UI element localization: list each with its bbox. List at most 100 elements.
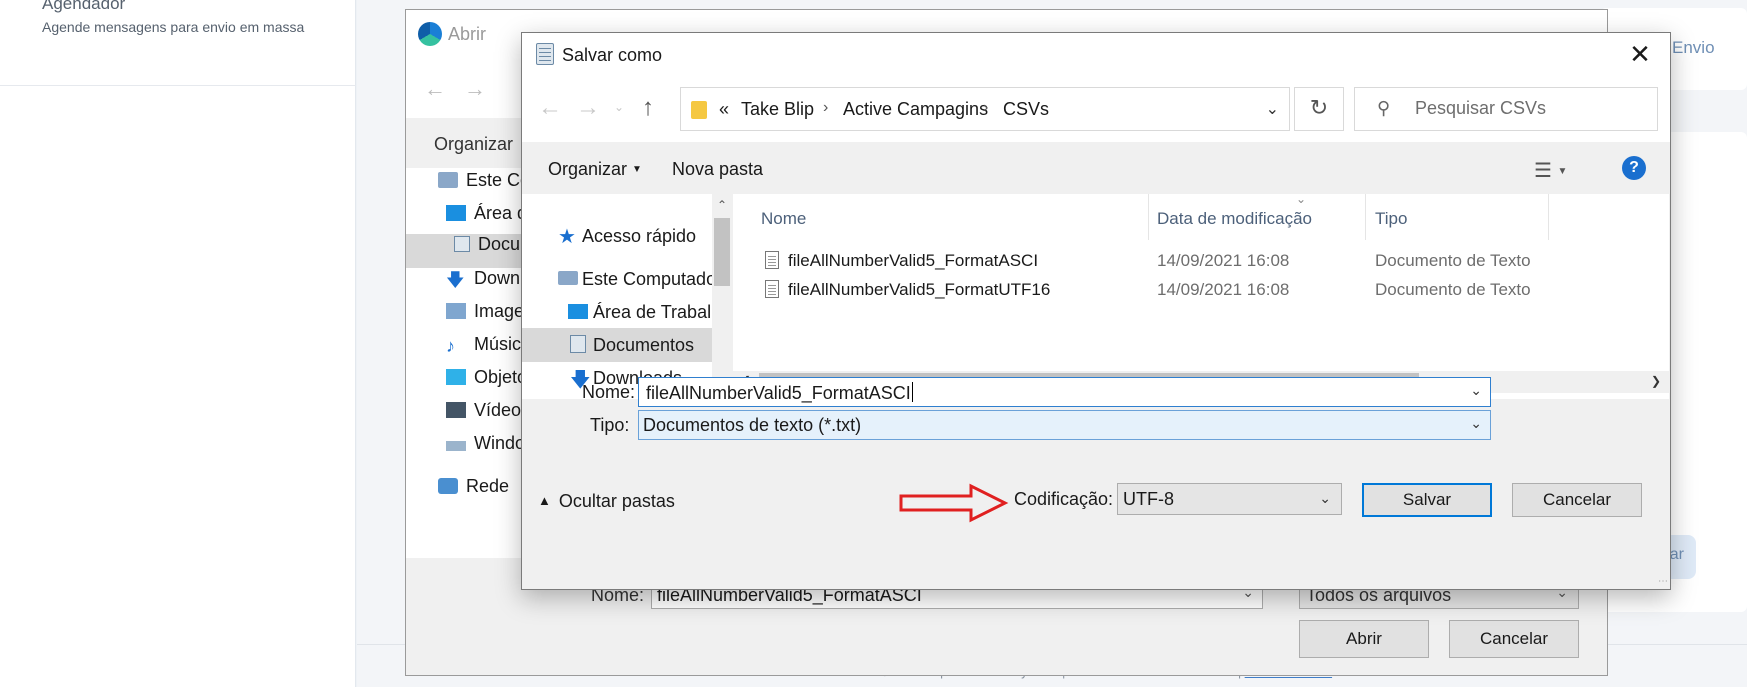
scroll-up-icon[interactable]: ⌃ (712, 198, 732, 212)
filename-label: Nome: (582, 382, 636, 402)
caret-down-icon: ▼ (632, 164, 642, 175)
hide-folders-label: Ocultar pastas (558, 491, 675, 511)
red-arrow-annotation (899, 483, 1009, 523)
filetype-value: Documentos de texto (*.txt) (643, 415, 862, 435)
text-file-icon (765, 280, 779, 298)
refresh-icon[interactable]: ↻ (1294, 87, 1344, 131)
organize-label: Organizar (548, 159, 628, 179)
edge-browser-icon (418, 22, 442, 46)
column-divider[interactable] (1148, 194, 1149, 240)
folder-icon (691, 101, 707, 119)
column-divider[interactable] (1365, 194, 1366, 240)
sidebar-divider (0, 85, 356, 86)
save-button[interactable]: Salvar (1362, 483, 1492, 517)
column-divider[interactable] (1548, 194, 1549, 240)
column-type[interactable]: Tipo (1375, 209, 1407, 229)
save-dialog-navbar: ← → ⌄ ↑ « Take Blip › Active Campagins ›… (522, 78, 1670, 142)
filename-value: fileAllNumberValid5_FormatASCI (646, 383, 911, 403)
encoding-select[interactable]: UTF-8 ⌄ (1117, 483, 1342, 515)
filetype-label: Tipo: (590, 415, 630, 435)
forward-arrow-icon[interactable]: → (574, 94, 602, 122)
file-row[interactable]: fileAllNumberValid5_FormatUTF16 14/09/20… (733, 276, 1669, 304)
tree-item-desktop[interactable]: Área de Trabalho (522, 295, 712, 329)
resize-grip-icon[interactable]: ⋯ (1658, 576, 1668, 587)
download-icon: 🡇 (446, 270, 465, 290)
pictures-icon (446, 303, 466, 319)
save-as-dialog: Salvar como ✕ ← → ⌄ ↑ « Take Blip › Acti… (521, 32, 1671, 590)
music-icon: ♪ (446, 336, 455, 356)
sort-indicator-icon: ⌄ (1296, 192, 1307, 206)
back-arrow-icon[interactable]: ← (536, 94, 564, 122)
chevron-down-icon[interactable]: ⌄ (1319, 490, 1331, 507)
chevron-down-icon[interactable]: ⌄ (1470, 415, 1482, 432)
sidebar-title[interactable]: Agendador (42, 0, 125, 14)
filename-input[interactable]: fileAllNumberValid5_FormatASCI ⌄ (638, 377, 1491, 407)
caret-up-icon: ▲ (538, 493, 551, 508)
encoding-label: Codificação: (1014, 489, 1114, 509)
encoding-value: UTF-8 (1123, 489, 1174, 509)
download-icon: 🡇 (570, 369, 591, 391)
file-row[interactable]: fileAllNumberValid5_FormatASCI 14/09/202… (733, 247, 1669, 275)
forward-arrow-icon[interactable]: → (464, 76, 486, 102)
tree-item-label: Rede (466, 476, 510, 496)
envio-link[interactable]: Envio (1672, 38, 1715, 58)
sidebar-subtitle: Agende mensagens para envio em massa (42, 19, 305, 35)
film-icon (446, 402, 466, 418)
recent-locations-chevron-icon[interactable]: ⌄ (614, 100, 624, 114)
breadcrumb-overflow[interactable]: « (719, 99, 729, 120)
column-name[interactable]: Nome (761, 209, 806, 229)
file-type: Documento de Texto (1375, 280, 1531, 299)
notepad-icon (536, 43, 554, 65)
star-icon: ★ (558, 226, 576, 248)
save-dialog-titlebar: Salvar como ✕ (522, 33, 1670, 78)
breadcrumb-csvs[interactable]: CSVs (1003, 99, 1049, 120)
computer-icon (438, 172, 458, 188)
new-folder-button[interactable]: Nova pasta (672, 159, 763, 180)
breadcrumb-take-blip[interactable]: Take Blip (741, 99, 814, 120)
open-cancel-button[interactable]: Cancelar (1449, 620, 1579, 658)
cube-icon (446, 369, 466, 385)
chevron-down-icon[interactable]: ⌄ (1470, 382, 1482, 399)
tree-item-label: Este Computador (582, 269, 712, 289)
open-button[interactable]: Abrir (1299, 620, 1429, 658)
view-options-icon[interactable]: ☰ ▼ (1534, 158, 1567, 183)
help-icon[interactable]: ? (1622, 156, 1646, 180)
tree-item-this-pc[interactable]: Este Computador (522, 262, 712, 296)
open-dialog-title: Abrir (448, 24, 487, 44)
desktop-icon (568, 304, 588, 319)
tree-item-quick-access[interactable]: ★ Acesso rápido (522, 219, 712, 253)
documents-icon (454, 236, 470, 252)
cancel-button[interactable]: Cancelar (1512, 483, 1642, 517)
close-icon[interactable]: ✕ (1622, 39, 1658, 71)
text-cursor (911, 382, 913, 402)
desktop-icon (446, 205, 466, 221)
search-input[interactable] (1415, 98, 1645, 119)
navigation-pane: ★ Acesso rápido Este Computador Área de … (522, 194, 732, 399)
tree-item-label: Acesso rápido (582, 226, 697, 246)
scroll-right-icon[interactable]: ❯ (1651, 374, 1661, 388)
file-date: 14/09/2021 16:08 (1157, 280, 1290, 299)
address-bar[interactable]: « Take Blip › Active Campagins › CSVs ⌄ (680, 87, 1290, 131)
documents-icon (570, 335, 586, 353)
hide-folders-button[interactable]: ▲ Ocultar pastas (538, 491, 675, 512)
tree-item-label: Área de Trabalho (593, 302, 712, 322)
filetype-select[interactable]: Documentos de texto (*.txt) ⌄ (638, 410, 1491, 440)
drive-icon (446, 441, 466, 451)
app-sidebar: Agendador Agende mensagens para envio em… (0, 0, 356, 687)
search-box[interactable]: ⚲ (1354, 87, 1658, 131)
file-list-header: ⌄ Nome Data de modificação Tipo (733, 192, 1669, 240)
scrollbar-thumb[interactable] (714, 218, 730, 286)
computer-icon (558, 271, 578, 285)
open-organize-button[interactable]: Organizar (434, 134, 513, 155)
tree-item-documents[interactable]: Documentos (522, 328, 712, 362)
column-date-modified[interactable]: Data de modificação (1157, 209, 1312, 229)
organize-button[interactable]: Organizar ▼ (548, 159, 642, 180)
text-file-icon (765, 251, 779, 269)
address-dropdown-icon[interactable]: ⌄ (1266, 99, 1279, 119)
file-date: 14/09/2021 16:08 (1157, 251, 1290, 270)
up-arrow-icon[interactable]: ↑ (634, 94, 662, 122)
breadcrumb-separator-icon: › (983, 99, 989, 116)
tree-scrollbar[interactable]: ⌃ ⌄ (712, 194, 732, 399)
breadcrumb-active-campagins[interactable]: Active Campagins (843, 99, 988, 120)
back-arrow-icon[interactable]: ← (424, 76, 446, 102)
